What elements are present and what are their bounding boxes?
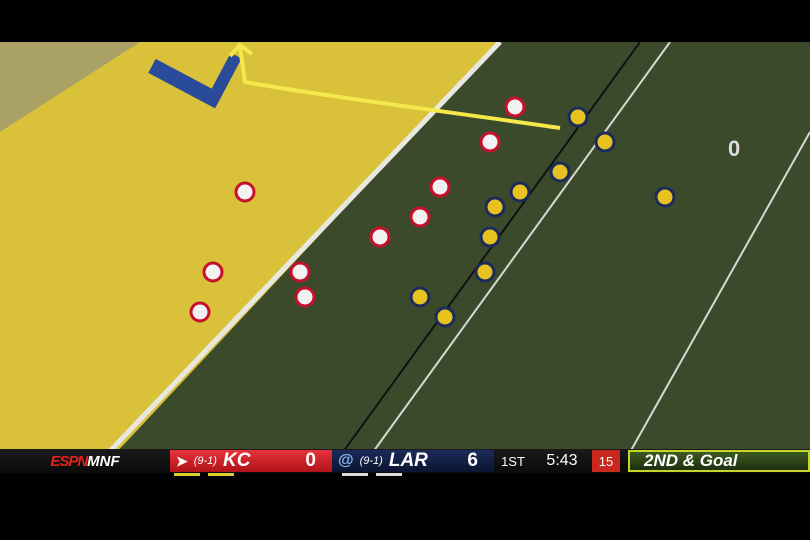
away-score: 0 bbox=[305, 450, 316, 471]
play-clock: 15 bbox=[592, 450, 620, 472]
away-team: ➤ (9-1) KC 0 bbox=[170, 450, 332, 472]
down-distance: 2ND & Goal bbox=[628, 450, 810, 472]
away-timeout-indicator bbox=[174, 473, 200, 476]
network-logo: ESPN MNF bbox=[50, 452, 120, 470]
endzone bbox=[0, 42, 500, 470]
chiefs-logo-icon: ➤ bbox=[176, 452, 188, 469]
rams-logo-icon: @ bbox=[338, 452, 354, 469]
home-team: @ (9-1) LAR 6 bbox=[332, 450, 494, 472]
field-graphic: LOS ANGELES 0 bbox=[0, 42, 810, 470]
home-timeout-indicator bbox=[376, 473, 402, 476]
away-timeout-indicator bbox=[208, 473, 234, 476]
away-abbr: KC bbox=[222, 450, 251, 471]
game-clock: 5:43 bbox=[546, 452, 578, 469]
yard-line bbox=[619, 131, 810, 470]
quarter: 1ST bbox=[501, 453, 525, 469]
home-score: 6 bbox=[467, 450, 478, 471]
football-field: LOS ANGELES 0 bbox=[0, 42, 810, 470]
yard-number: 0 bbox=[728, 136, 740, 161]
home-record: (9-1) bbox=[359, 455, 383, 467]
home-abbr: LAR bbox=[388, 450, 428, 471]
scorebug: ESPN MNF ➤ (9-1) KC 0 @ (9-1) LAR 6 1ST 5… bbox=[0, 449, 810, 473]
home-timeout-indicator bbox=[342, 473, 368, 476]
away-record: (9-1) bbox=[193, 455, 217, 467]
